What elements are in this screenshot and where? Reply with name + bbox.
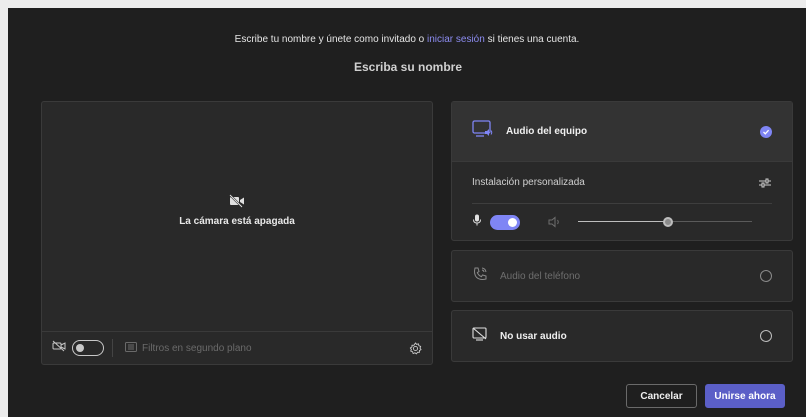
computer-audio-icon	[472, 120, 494, 143]
no-audio-radio[interactable]	[760, 330, 772, 342]
slider-fill	[578, 221, 669, 222]
selected-check-icon	[760, 125, 772, 138]
divider	[112, 339, 113, 357]
camera-controls: Filtros en segundo plano	[42, 331, 432, 364]
slider-thumb[interactable]	[663, 217, 674, 227]
computer-audio-option[interactable]: Audio del equipo	[452, 102, 792, 162]
microphone-icon	[472, 213, 482, 231]
device-settings-icon[interactable]	[409, 341, 422, 355]
join-prompt-text: Escribe tu nombre y únete como invitado …	[234, 34, 425, 45]
speaker-icon	[548, 216, 562, 228]
background-filters-button[interactable]: Filtros en segundo plano	[125, 341, 252, 355]
no-audio-option[interactable]: No usar audio	[451, 310, 793, 362]
background-filters-label: Filtros en segundo plano	[142, 342, 252, 354]
camera-off-small-icon	[52, 339, 66, 357]
background-filters-icon	[125, 341, 142, 355]
sign-in-link[interactable]: iniciar sesión	[427, 34, 485, 45]
name-input[interactable]	[308, 54, 508, 80]
phone-audio-label: Audio del teléfono	[500, 270, 581, 282]
adjust-settings-icon[interactable]	[758, 177, 772, 189]
microphone-toggle[interactable]	[490, 214, 520, 230]
camera-toggle[interactable]	[72, 340, 104, 356]
cancel-button[interactable]: Cancelar	[626, 384, 697, 408]
join-prompt: Escribe tu nombre y únete como invitado …	[8, 34, 806, 45]
prejoin-window: Escribe tu nombre y únete como invitado …	[8, 8, 806, 417]
join-prompt-suffix: si tienes una cuenta.	[487, 34, 580, 45]
computer-audio-label: Audio del equipo	[506, 126, 588, 137]
custom-setup-row[interactable]: Instalación personalizada	[472, 162, 772, 204]
camera-off-icon	[42, 194, 432, 208]
computer-audio-panel: Audio del equipo Instalación personaliza…	[451, 101, 793, 241]
phone-audio-radio[interactable]	[760, 270, 772, 282]
camera-preview: La cámara está apagada Filtros en segund…	[41, 101, 433, 365]
no-audio-icon	[472, 326, 488, 346]
phone-audio-option[interactable]: Audio del teléfono	[451, 250, 793, 302]
speaker-volume-slider[interactable]	[578, 217, 752, 227]
custom-setup-label: Instalación personalizada	[472, 177, 585, 188]
camera-status-text: La cámara está apagada	[179, 216, 295, 227]
phone-icon	[472, 266, 488, 287]
camera-off-message: La cámara está apagada	[42, 194, 432, 227]
audio-levels-row	[472, 204, 772, 240]
no-audio-label: No usar audio	[500, 330, 567, 342]
join-now-button[interactable]: Unirse ahora	[705, 384, 785, 408]
